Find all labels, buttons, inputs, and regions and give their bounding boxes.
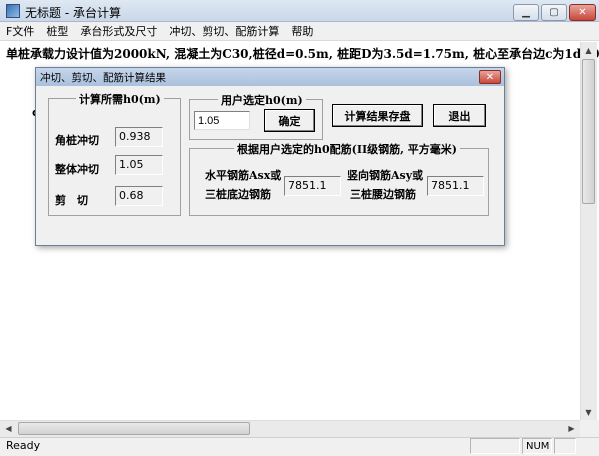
close-button[interactable]: ✕ xyxy=(569,4,596,21)
scroll-left-icon[interactable]: ◀ xyxy=(0,420,17,437)
minimize-icon: ▁ xyxy=(522,7,530,18)
status-text: Ready xyxy=(6,439,41,452)
close-icon: ✕ xyxy=(578,7,587,18)
status-pane xyxy=(554,438,576,454)
dialog-close-button[interactable]: ✕ xyxy=(479,70,501,84)
required-h0-group-title: 计算所需h0(m) xyxy=(76,91,164,107)
save-results-button[interactable]: 计算结果存盘 xyxy=(332,104,423,127)
document-text-line: 单桩承载力设计值为2000kN, 混凝土为C30,桩径d=0.5m, 桩距D为3… xyxy=(6,47,599,61)
horizontal-rebar-value: 7851.1 xyxy=(284,176,341,196)
maximize-button[interactable]: ▢ xyxy=(541,4,567,21)
exit-button[interactable]: 退出 xyxy=(433,104,486,127)
user-h0-input[interactable] xyxy=(194,111,250,130)
menu-help[interactable]: 帮助 xyxy=(285,23,319,39)
vertical-rebar-value: 7851.1 xyxy=(427,176,484,196)
maximize-icon: ▢ xyxy=(549,7,559,18)
menu-file[interactable]: F文件 xyxy=(0,23,40,39)
window-title: 无标题 - 承台计算 xyxy=(25,6,121,20)
status-pane xyxy=(470,438,520,454)
shear-label: 剪 切 xyxy=(55,194,88,207)
dialog-title: 冲切、剪切、配筋计算结果 xyxy=(40,72,166,84)
overall-punching-label: 整体冲切 xyxy=(55,163,99,176)
overall-punching-value: 1.05 xyxy=(115,155,163,175)
scroll-right-icon[interactable]: ▶ xyxy=(563,420,580,437)
three-pile-waist-rebar-label: 三桩腰边钢筋 xyxy=(350,188,416,201)
horizontal-rebar-label: 水平钢筋Asx或 xyxy=(205,169,282,182)
user-h0-group-title: 用户选定h0(m) xyxy=(218,92,306,108)
vertical-rebar-label: 竖向钢筋Asy或 xyxy=(347,169,424,182)
scroll-down-icon[interactable]: ▼ xyxy=(580,404,597,420)
status-num: NUM xyxy=(522,438,552,454)
minimize-button[interactable]: ▁ xyxy=(513,4,539,21)
close-icon: ✕ xyxy=(485,71,495,83)
shear-value: 0.68 xyxy=(115,186,163,206)
horizontal-scroll-thumb[interactable] xyxy=(18,422,250,435)
corner-punching-value: 0.938 xyxy=(115,127,163,147)
menu-calculation[interactable]: 冲切、剪切、配筋计算 xyxy=(163,23,285,39)
menu-bar: F文件 桩型 承台形式及尺寸 冲切、剪切、配筋计算 帮助 xyxy=(0,22,599,41)
scroll-corner xyxy=(580,420,599,437)
menu-pile-type[interactable]: 桩型 xyxy=(40,23,74,39)
scroll-up-icon[interactable]: ▲ xyxy=(580,42,597,58)
vertical-scroll-thumb[interactable] xyxy=(582,59,595,204)
menu-cap-form[interactable]: 承台形式及尺寸 xyxy=(74,23,163,39)
three-pile-base-rebar-label: 三桩底边钢筋 xyxy=(205,188,271,201)
confirm-button[interactable]: 确定 xyxy=(264,109,315,132)
corner-punching-label: 角桩冲切 xyxy=(55,134,99,147)
rebar-group-title: 根据用户选定的h0配筋(II级钢筋, 平方毫米) xyxy=(234,141,461,157)
app-icon xyxy=(6,4,20,18)
